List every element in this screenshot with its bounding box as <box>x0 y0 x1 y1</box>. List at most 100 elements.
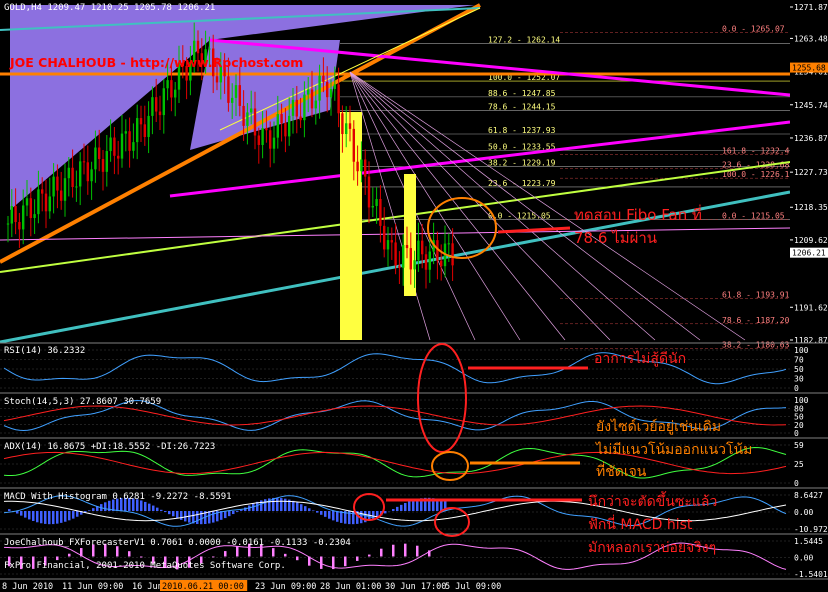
histogram-bar <box>232 511 235 515</box>
candle-body <box>341 113 344 135</box>
panel-tick-label: 0.00 <box>794 554 813 563</box>
candle-body <box>333 84 336 89</box>
candle-body <box>196 40 200 54</box>
fibo-label: 127.2 - 1262.14 <box>488 35 560 44</box>
fibo-right-label: 0.0 - 1265.07 <box>722 24 785 33</box>
histogram-bar <box>164 511 167 512</box>
candle-body <box>94 147 97 170</box>
y-tick-label: 1236.87 <box>794 134 828 143</box>
histogram-bar <box>152 505 155 511</box>
histogram-bar <box>316 511 319 513</box>
fibo-label: 61.8 - 1237.93 <box>488 126 556 135</box>
candle-body <box>299 116 302 121</box>
candle-body <box>174 89 177 98</box>
candle-body <box>291 99 295 116</box>
fibo-right-label: 23.6 - 1228.68 <box>722 161 790 170</box>
stoch-adx-note-2: ไม่มีแนวโน้มออกแนวโน้ม <box>596 442 753 458</box>
y-tick-label: 1218.35 <box>794 203 828 212</box>
candle-body <box>276 114 279 138</box>
candle-body <box>447 243 450 245</box>
rsi-note: อาการไม่สู้ดีนัก <box>594 351 687 367</box>
candle-body <box>424 254 428 270</box>
histogram-bar <box>412 500 415 511</box>
candle-body <box>417 240 420 261</box>
fibo-label: 38.2 - 1229.19 <box>488 159 556 168</box>
histogram-bar <box>24 511 27 518</box>
candle-body <box>261 128 264 145</box>
histogram-bar <box>44 511 47 524</box>
candle-body <box>18 222 21 230</box>
candle-body <box>143 124 146 137</box>
candle-body <box>82 161 86 163</box>
candle-body <box>272 137 276 149</box>
candle-body <box>71 167 74 188</box>
fibo-right-label: 100.0 - 1226.12 <box>722 170 794 179</box>
candle-body <box>246 112 249 126</box>
histogram-bar <box>440 499 443 511</box>
histogram-bar <box>184 511 187 522</box>
histogram-bar <box>236 511 239 512</box>
histogram-bar <box>140 500 143 511</box>
y-tick-label: 1182.87 <box>794 336 828 345</box>
candle-body <box>98 147 101 159</box>
histogram-bar <box>64 511 67 522</box>
candle-body <box>348 123 352 129</box>
histogram-bar <box>392 509 395 511</box>
histogram-bar <box>76 511 79 517</box>
candle-body <box>25 198 29 206</box>
candle-body <box>421 240 424 255</box>
candle-body <box>322 75 325 82</box>
candle-body <box>113 137 116 156</box>
histogram-bar <box>52 511 55 525</box>
candle-body <box>79 161 82 187</box>
macd-label: MACD With Histogram 0.6281 -9.2272 -8.55… <box>4 492 232 502</box>
stoch-label: Stoch(14,5,3) 27.8607 30.7659 <box>4 397 162 407</box>
candle-body <box>147 115 150 137</box>
candle-body <box>6 223 10 225</box>
y-tick-label: 1209.62 <box>794 236 828 245</box>
histogram-bar <box>160 509 163 511</box>
histogram-bar <box>56 556 59 561</box>
histogram-bar <box>228 511 231 517</box>
rsi-stoch-circle <box>417 343 467 453</box>
candle-body <box>307 89 310 95</box>
panel-tick-label: 0 <box>794 479 799 488</box>
candle-body <box>166 80 169 89</box>
price-tag: 1255.68 <box>792 64 826 73</box>
x-tick-label: 28 Jun 01:00 <box>320 582 381 592</box>
candle-body <box>386 240 390 250</box>
fibo-label: 23.6 - 1223.79 <box>488 179 556 188</box>
candle-body <box>269 130 272 149</box>
candle-body <box>124 131 127 134</box>
candle-body <box>413 260 416 270</box>
candle-body <box>284 123 287 137</box>
histogram-bar <box>128 551 131 557</box>
candle-body <box>22 205 25 230</box>
candle-body <box>90 169 93 182</box>
histogram-bar <box>320 511 323 515</box>
candle-body <box>56 176 59 191</box>
candle-body <box>75 186 78 188</box>
histogram-bar <box>68 553 71 557</box>
macd-note-2: ฟักนี่ MACD hist <box>588 517 693 533</box>
candle-body <box>257 135 260 145</box>
x-tick-label: 8 Jun 2010 <box>2 582 53 592</box>
histogram-bar <box>312 510 315 511</box>
y-tick-label: 1245.74 <box>794 101 828 110</box>
candle-body <box>253 108 257 136</box>
fibo-right-label: 161.8 - 1232.42 <box>722 147 794 156</box>
right-axis-bg <box>790 0 828 592</box>
candle-body <box>295 99 298 117</box>
histogram-bar <box>168 511 171 515</box>
x-tick-label: 16 Jun <box>132 582 163 592</box>
panel-tick-label: 59 <box>794 441 804 450</box>
candle-body <box>128 131 131 151</box>
candle-body <box>234 85 238 98</box>
candle-body <box>329 88 333 98</box>
histogram-bar <box>212 556 215 558</box>
chart-window: 127.2 - 1262.14 100.0 - 1252.07 88.6 - 124… <box>0 0 828 592</box>
candle-body <box>41 189 44 194</box>
fibo-right-label: 78.6 - 1187.20 <box>722 316 790 325</box>
candle-body <box>288 115 291 137</box>
histogram-bar <box>88 510 91 511</box>
